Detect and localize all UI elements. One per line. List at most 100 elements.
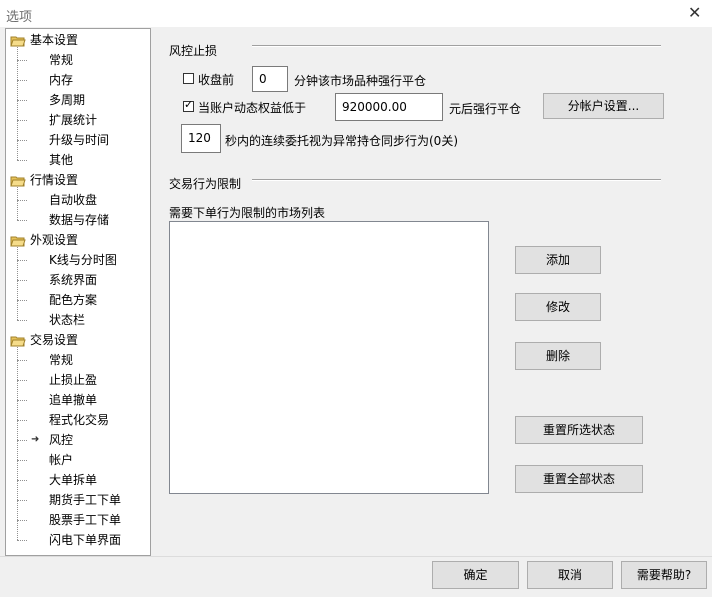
tree-item[interactable]: 常规 <box>49 51 73 69</box>
tree-connector <box>17 140 27 141</box>
close-before-minutes-input[interactable]: 0 <box>252 66 288 92</box>
tree-connector <box>17 247 18 320</box>
tree-item[interactable]: 系统界面 <box>49 271 97 289</box>
tree-item[interactable]: 追单撤单 <box>49 391 97 409</box>
tree-item[interactable]: 股票手工下单 <box>49 511 121 529</box>
sync-seconds-suffix: 秒内的连续委托视为异常持仓同步行为(0关) <box>225 134 458 148</box>
tree-item[interactable]: 期货手工下单 <box>49 491 121 509</box>
tree-group-label: 行情设置 <box>30 173 79 187</box>
tree-item[interactable]: 大单拆单 <box>49 471 97 489</box>
tree-item[interactable]: 闪电下单界面 <box>49 531 121 549</box>
tree-item[interactable]: 自动收盘 <box>49 191 97 209</box>
tree-connector <box>17 420 27 421</box>
ok-button[interactable]: 确定 <box>432 561 519 589</box>
add-button[interactable]: 添加 <box>515 246 601 274</box>
tree-connector <box>17 260 27 261</box>
tree-item[interactable]: 帐户 <box>49 451 73 469</box>
tree-item[interactable]: 止损止盈 <box>49 371 97 389</box>
modify-button[interactable]: 修改 <box>515 293 601 321</box>
tree-connector <box>17 400 27 401</box>
help-button[interactable]: 需要帮助? <box>621 561 707 589</box>
footer-divider <box>0 556 712 557</box>
reset-selected-button[interactable]: 重置所选状态 <box>515 416 643 444</box>
tree-connector <box>17 120 27 121</box>
risk-section-divider <box>252 45 661 47</box>
tree-item-label: 数据与存储 <box>49 213 110 227</box>
tree-connector <box>17 480 27 481</box>
tree-item[interactable]: 多周期 <box>49 91 85 109</box>
delete-button[interactable]: 删除 <box>515 342 601 370</box>
tree-group[interactable]: 外观设置 <box>10 231 78 249</box>
tree-connector <box>17 440 27 441</box>
tree-item-label: 自动收盘 <box>49 193 98 207</box>
close-before-suffix: 分钟该市场品种强行平仓 <box>294 74 427 88</box>
equity-threshold-input[interactable]: 920000.00 <box>335 93 443 121</box>
tree-connector <box>17 160 27 161</box>
close-icon[interactable]: ✕ <box>688 4 701 22</box>
tree-connector <box>17 360 27 361</box>
window-title: 选项 <box>6 10 33 25</box>
tree-item-label: 追单撤单 <box>49 393 98 407</box>
trade-limit-section-title: 交易行为限制 <box>169 177 242 191</box>
tree-group[interactable]: 交易设置 <box>10 331 78 349</box>
tree-connector <box>17 540 27 541</box>
close-before-checkbox[interactable] <box>183 73 194 84</box>
tree-group[interactable]: 行情设置 <box>10 171 78 189</box>
tree-item[interactable]: 升级与时间 <box>49 131 109 149</box>
sync-seconds-input[interactable]: 120 <box>181 124 221 153</box>
tree-connector <box>17 80 27 81</box>
tree-item-label: 风控 <box>49 433 74 447</box>
tree-connector <box>17 47 18 160</box>
folder-open-icon <box>10 334 26 347</box>
tree-item-label: 多周期 <box>49 93 86 107</box>
tree-connector <box>17 380 27 381</box>
tree-item[interactable]: 数据与存储 <box>49 211 109 229</box>
tree-item-label: 止损止盈 <box>49 373 98 387</box>
tree-item[interactable]: 配色方案 <box>49 291 97 309</box>
market-list-box[interactable] <box>169 221 489 494</box>
folder-open-icon <box>10 234 26 247</box>
tree-item-label: 扩展统计 <box>49 113 98 127</box>
tree-item-label: 期货手工下单 <box>49 493 122 507</box>
folder-open-icon <box>10 174 26 187</box>
selected-arrow-icon: ➜ <box>31 434 40 445</box>
options-tree[interactable]: 基本设置 常规 内存 多周期 扩展统计 升级与时间 其他 行情设置 自动收盘 数据与存储 外观设置 K… <box>5 28 151 556</box>
tree-item[interactable]: 其他 <box>49 151 73 169</box>
tree-group-label: 外观设置 <box>30 233 79 247</box>
equity-threshold-suffix: 元后强行平仓 <box>449 102 522 116</box>
tree-item[interactable]: 风控 <box>49 431 73 449</box>
trade-limit-divider <box>252 179 661 181</box>
tree-connector <box>17 220 27 221</box>
tree-item[interactable]: 内存 <box>49 71 73 89</box>
risk-section-title: 风控止损 <box>169 44 218 58</box>
tree-item-label: 系统界面 <box>49 273 98 287</box>
tree-connector <box>17 520 27 521</box>
equity-threshold-checkbox[interactable]: ✓ <box>183 98 194 112</box>
tree-item-label: 常规 <box>49 353 74 367</box>
tree-item[interactable]: 状态栏 <box>49 311 85 329</box>
per-account-settings-button[interactable]: 分帐户设置... <box>543 93 664 119</box>
tree-item[interactable]: 常规 <box>49 351 73 369</box>
checkmark-icon: ✓ <box>184 98 194 111</box>
tree-item-label: 升级与时间 <box>49 133 110 147</box>
tree-item-label: 状态栏 <box>49 313 86 327</box>
tree-item-label: 大单拆单 <box>49 473 98 487</box>
tree-group[interactable]: 基本设置 <box>10 31 78 49</box>
tree-connector <box>17 300 27 301</box>
title-bar: 选项 ✕ <box>0 0 712 27</box>
tree-item[interactable]: K线与分时图 <box>49 251 117 269</box>
close-before-label: 收盘前 <box>198 73 235 87</box>
tree-connector <box>17 280 27 281</box>
tree-item-label: 常规 <box>49 53 74 67</box>
tree-item-label: 闪电下单界面 <box>49 533 122 547</box>
tree-item-label: 内存 <box>49 73 74 87</box>
reset-all-button[interactable]: 重置全部状态 <box>515 465 643 493</box>
tree-item-label: 其他 <box>49 153 74 167</box>
tree-item[interactable]: 程式化交易 <box>49 411 109 429</box>
tree-connector <box>17 320 27 321</box>
cancel-button[interactable]: 取消 <box>527 561 613 589</box>
tree-item[interactable]: 扩展统计 <box>49 111 97 129</box>
market-list-label: 需要下单行为限制的市场列表 <box>169 206 326 220</box>
tree-item-label: 股票手工下单 <box>49 513 122 527</box>
tree-connector <box>17 347 18 540</box>
